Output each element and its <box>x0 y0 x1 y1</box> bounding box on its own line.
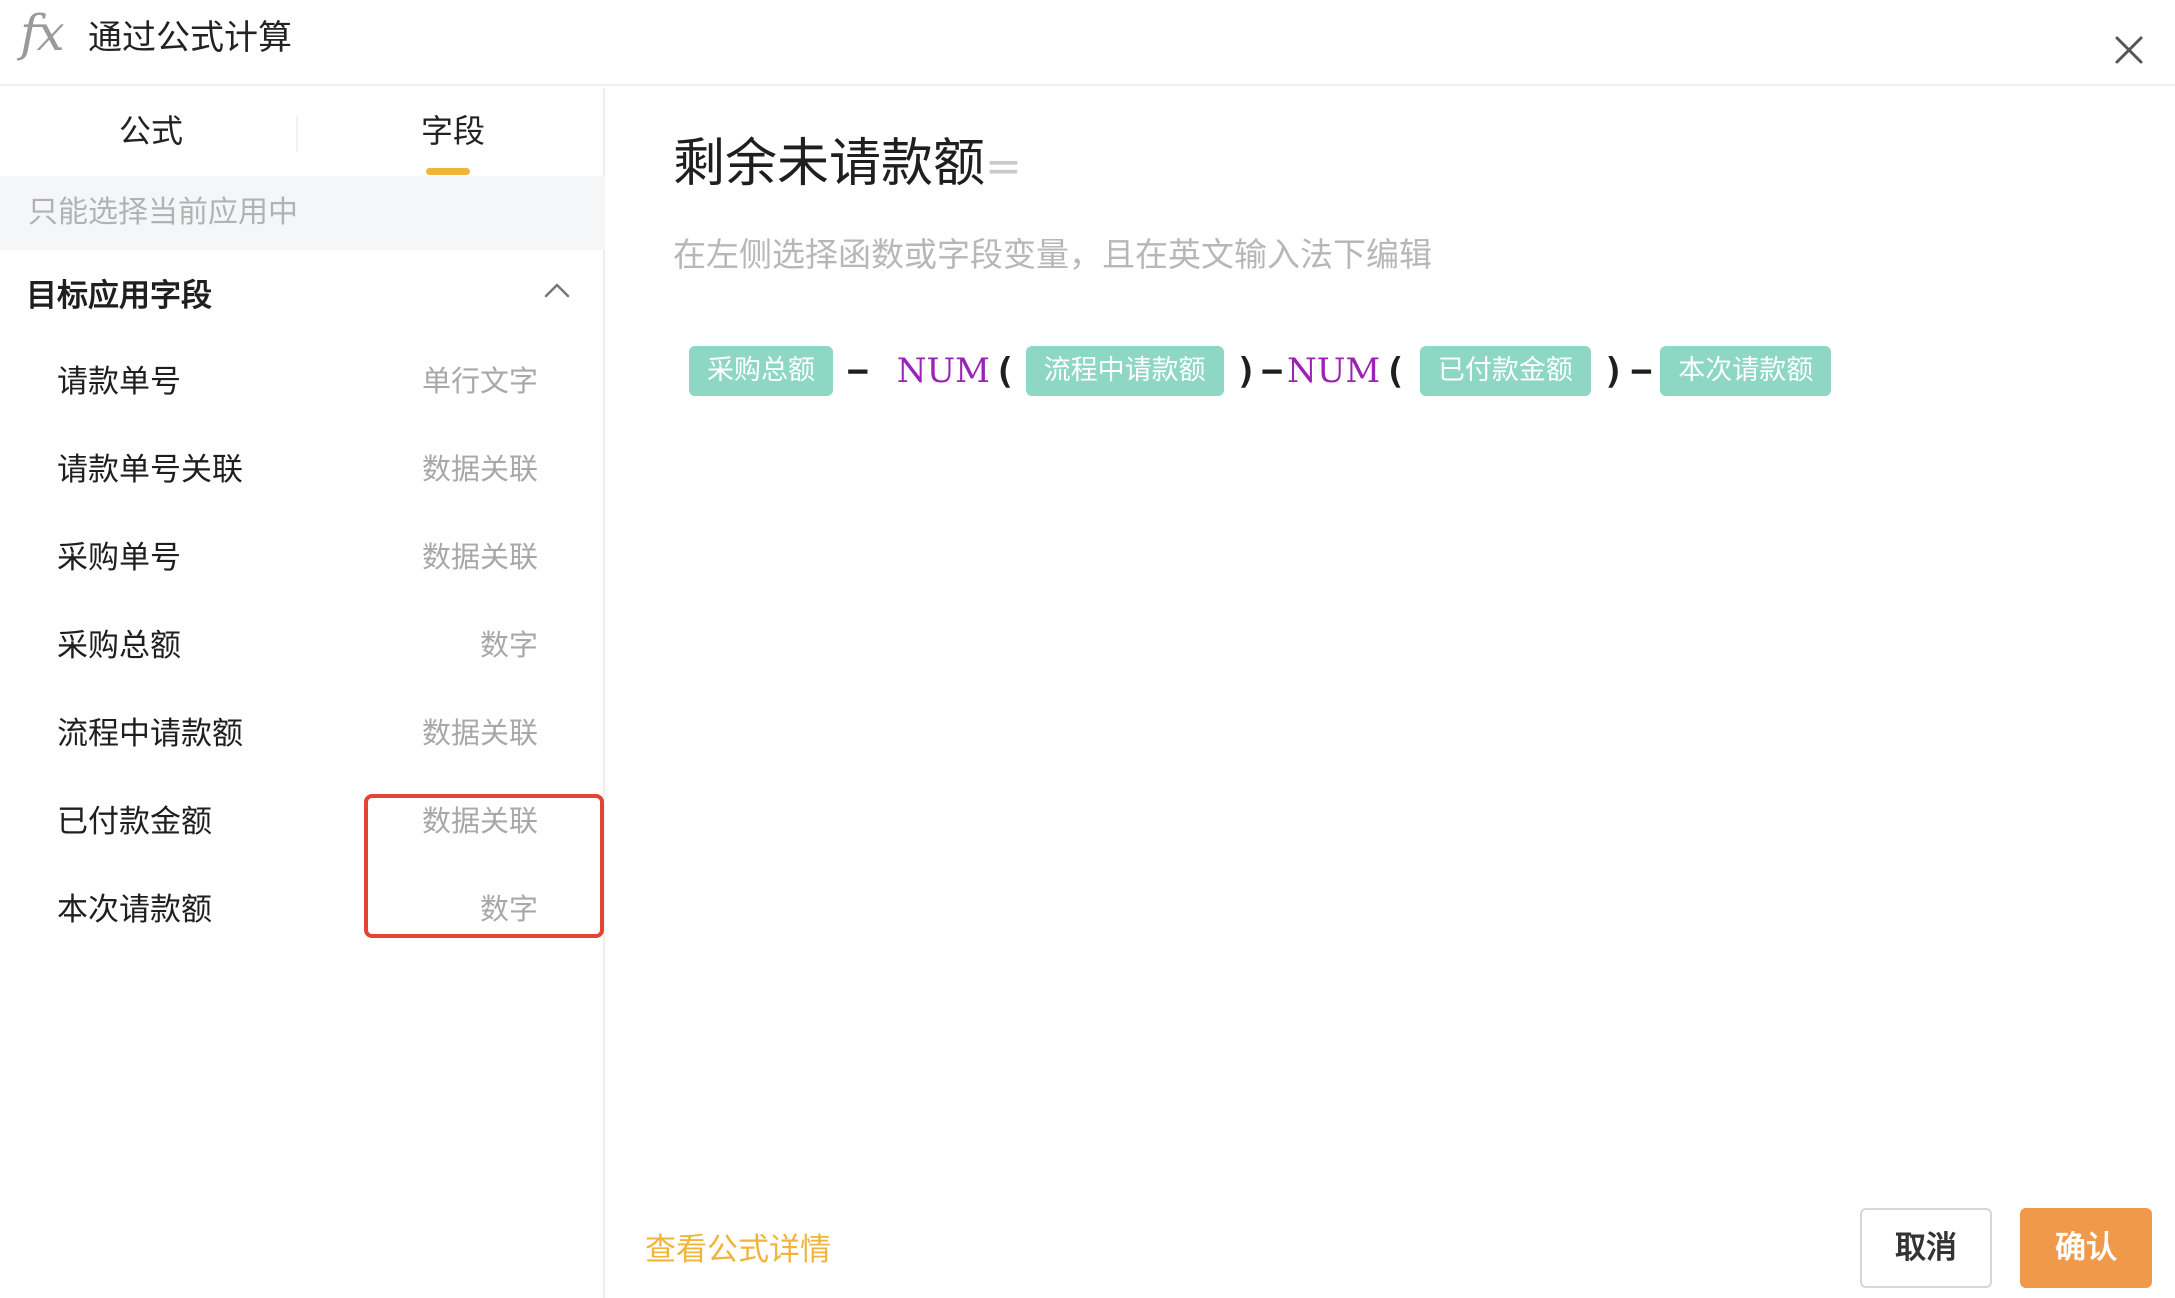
formula-editor-panel: 剩余未请款额= 在左侧选择函数或字段变量，且在英文输入法下编辑 采购总额 − N… <box>607 88 2175 1298</box>
field-name: 采购总额 <box>57 628 181 664</box>
field-item[interactable]: 采购单号 数据关联 <box>0 514 605 602</box>
tab-fields[interactable]: 字段 <box>302 88 604 176</box>
right-paren: ) <box>1602 350 1625 392</box>
editor-hint: 在左侧选择函数或字段变量，且在英文输入法下编辑 <box>673 235 1432 274</box>
field-chip[interactable]: 流程中请款额 <box>1025 346 1224 396</box>
field-type: 数字 <box>479 628 538 662</box>
cancel-button[interactable]: 取消 <box>1860 1208 1992 1288</box>
field-item[interactable]: 采购总额 数字 <box>0 602 605 690</box>
target-field-title: 剩余未请款额= <box>673 128 1022 203</box>
field-name: 采购单号 <box>57 540 181 576</box>
function-num: NUM <box>896 351 990 391</box>
selector-tabs: 公式 字段 <box>0 88 603 176</box>
field-name: 请款单号关联 <box>57 452 243 488</box>
target-field-name: 剩余未请款额 <box>673 134 986 194</box>
tab-formula[interactable]: 公式 <box>0 88 302 176</box>
field-chip[interactable]: 本次请款额 <box>1660 346 1832 396</box>
group-title: 目标应用字段 <box>26 278 212 314</box>
field-type: 单行文字 <box>421 364 538 398</box>
field-name: 流程中请款额 <box>57 716 243 752</box>
view-formula-details-link[interactable]: 查看公式详情 <box>645 1224 831 1269</box>
field-selector-panel: 公式 字段 只能选择当前应用中 目标应用字段 请款单号 单行文字 请款单号关联 … <box>0 88 605 1298</box>
annotation-highlight-box <box>364 794 604 938</box>
field-item[interactable]: 请款单号 单行文字 <box>0 338 605 426</box>
formula-dialog: fx 通过公式计算 公式 字段 只能选择当前应用中 目标应用字段 请款单号 单行… <box>0 0 2175 1298</box>
field-name: 已付款金额 <box>57 804 212 840</box>
field-chip[interactable]: 已付款金额 <box>1419 346 1591 396</box>
field-item[interactable]: 流程中请款额 数据关联 <box>0 690 605 778</box>
function-num: NUM <box>1286 351 1381 391</box>
field-chip[interactable]: 采购总额 <box>689 346 833 396</box>
field-name: 本次请款额 <box>57 892 212 928</box>
field-type: 数据关联 <box>421 540 538 574</box>
field-name: 请款单号 <box>57 364 181 400</box>
chevron-up-icon[interactable] <box>543 280 571 300</box>
close-icon[interactable] <box>2109 30 2149 70</box>
formula-expression[interactable]: 采购总额 − NUM ( 流程中请款额 ) − NUM ( 已付款金额 ) − … <box>689 343 1832 399</box>
group-header-target-app-fields[interactable]: 目标应用字段 <box>0 250 605 338</box>
tab-divider <box>296 116 298 152</box>
right-paren: ) <box>1235 350 1258 392</box>
equals-sign: = <box>985 141 1022 192</box>
fx-icon: fx <box>20 4 65 62</box>
filter-hint: 只能选择当前应用中 <box>0 176 605 250</box>
field-type: 数据关联 <box>421 716 538 750</box>
dialog-header: fx 通过公式计算 <box>0 0 2175 86</box>
left-paren: ( <box>1384 350 1406 392</box>
field-item[interactable]: 请款单号关联 数据关联 <box>0 426 605 514</box>
active-tab-indicator <box>426 168 470 175</box>
confirm-button[interactable]: 确认 <box>2020 1208 2152 1288</box>
operator-minus: − <box>1630 350 1653 392</box>
field-type: 数据关联 <box>421 452 538 486</box>
dialog-title: 通过公式计算 <box>88 18 292 58</box>
operator-minus: − <box>847 350 869 392</box>
left-paren: ( <box>993 350 1016 392</box>
operator-minus: − <box>1261 350 1283 392</box>
